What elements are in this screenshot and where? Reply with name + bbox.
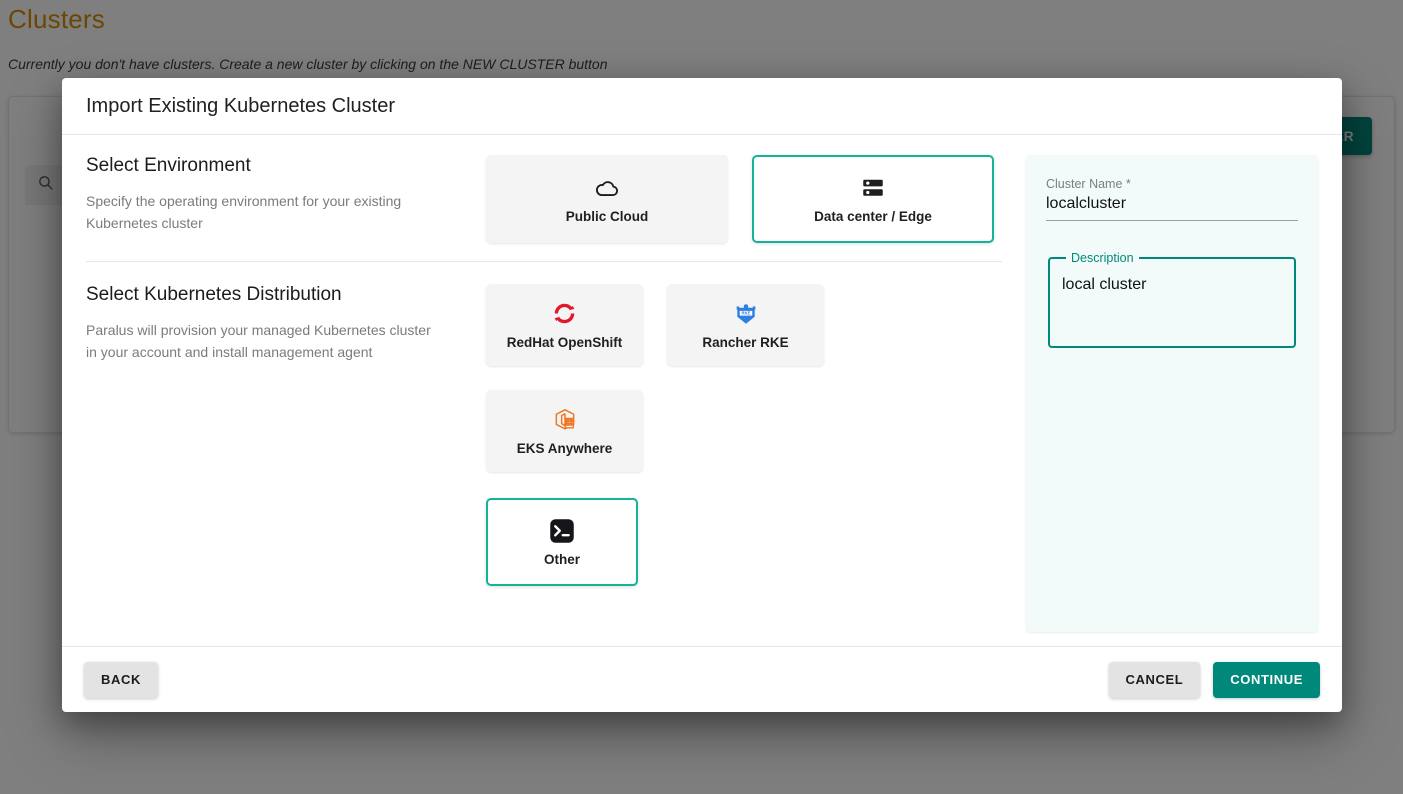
section-distribution-title: Select Kubernetes Distribution [86,284,342,305]
option-public-cloud[interactable]: Public Cloud [486,155,728,243]
option-rancher-rke-label: Rancher RKE [702,334,789,350]
cluster-name-field: Cluster Name * [1046,177,1298,221]
cluster-details-form: Cluster Name * Description [1026,155,1318,632]
option-eks-anywhere[interactable]: EKS Anywhere [486,390,643,472]
dialog-title: Import Existing Kubernetes Cluster [62,78,1342,135]
description-field: Description [1048,251,1296,348]
section-distribution-text: Select Kubernetes Distribution Paralus w… [86,284,486,586]
dialog-footer: BACK CANCEL CONTINUE [62,646,1342,712]
cluster-name-input[interactable] [1046,195,1298,221]
import-cluster-dialog: Import Existing Kubernetes Cluster Selec… [62,78,1342,712]
option-other[interactable]: Other [486,498,638,586]
description-label: Description [1071,251,1134,265]
option-rancher-rke[interactable]: RKE Rancher RKE [667,284,824,366]
eks-anywhere-icon [552,405,578,435]
section-select-distribution: Select Kubernetes Distribution Paralus w… [86,261,1002,604]
cloud-icon [594,173,620,203]
distribution-options-row-1: RedHat OpenShift RKE Rancher RKE EKS Any… [486,284,1002,472]
section-distribution-description: Paralus will provision your managed Kube… [86,321,431,360]
dialog-left-column: Select Environment Specify the operating… [86,155,1002,646]
footer-actions: CANCEL CONTINUE [1108,661,1320,698]
cluster-name-label: Cluster Name * [1046,177,1131,191]
option-public-cloud-label: Public Cloud [565,208,649,224]
section-environment-description: Specify the operating environment for yo… [86,192,402,231]
cancel-button[interactable]: CANCEL [1108,661,1201,698]
environment-options: Public Cloud Data center / Edge [486,155,994,243]
section-environment-text: Select Environment Specify the operating… [86,155,486,243]
distribution-options-row-2: Other [486,498,1002,586]
option-data-center-edge[interactable]: Data center / Edge [752,155,994,243]
description-input[interactable] [1062,275,1282,336]
section-select-environment: Select Environment Specify the operating… [86,155,1002,261]
rancher-rke-icon: RKE [733,299,759,329]
distribution-options: RedHat OpenShift RKE Rancher RKE EKS Any… [486,284,1002,586]
svg-text:RKE: RKE [741,311,750,316]
option-redhat-openshift[interactable]: RedHat OpenShift [486,284,643,366]
server-rack-icon [860,173,886,203]
section-environment-title: Select Environment [86,155,251,176]
terminal-icon [547,516,577,546]
option-other-label: Other [543,551,580,567]
option-redhat-openshift-label: RedHat OpenShift [506,334,623,350]
openshift-icon [551,299,578,329]
option-eks-anywhere-label: EKS Anywhere [516,440,613,456]
dialog-body: Select Environment Specify the operating… [62,135,1342,646]
back-button[interactable]: BACK [84,661,158,698]
option-data-center-edge-label: Data center / Edge [814,208,932,224]
continue-button[interactable]: CONTINUE [1213,661,1320,698]
